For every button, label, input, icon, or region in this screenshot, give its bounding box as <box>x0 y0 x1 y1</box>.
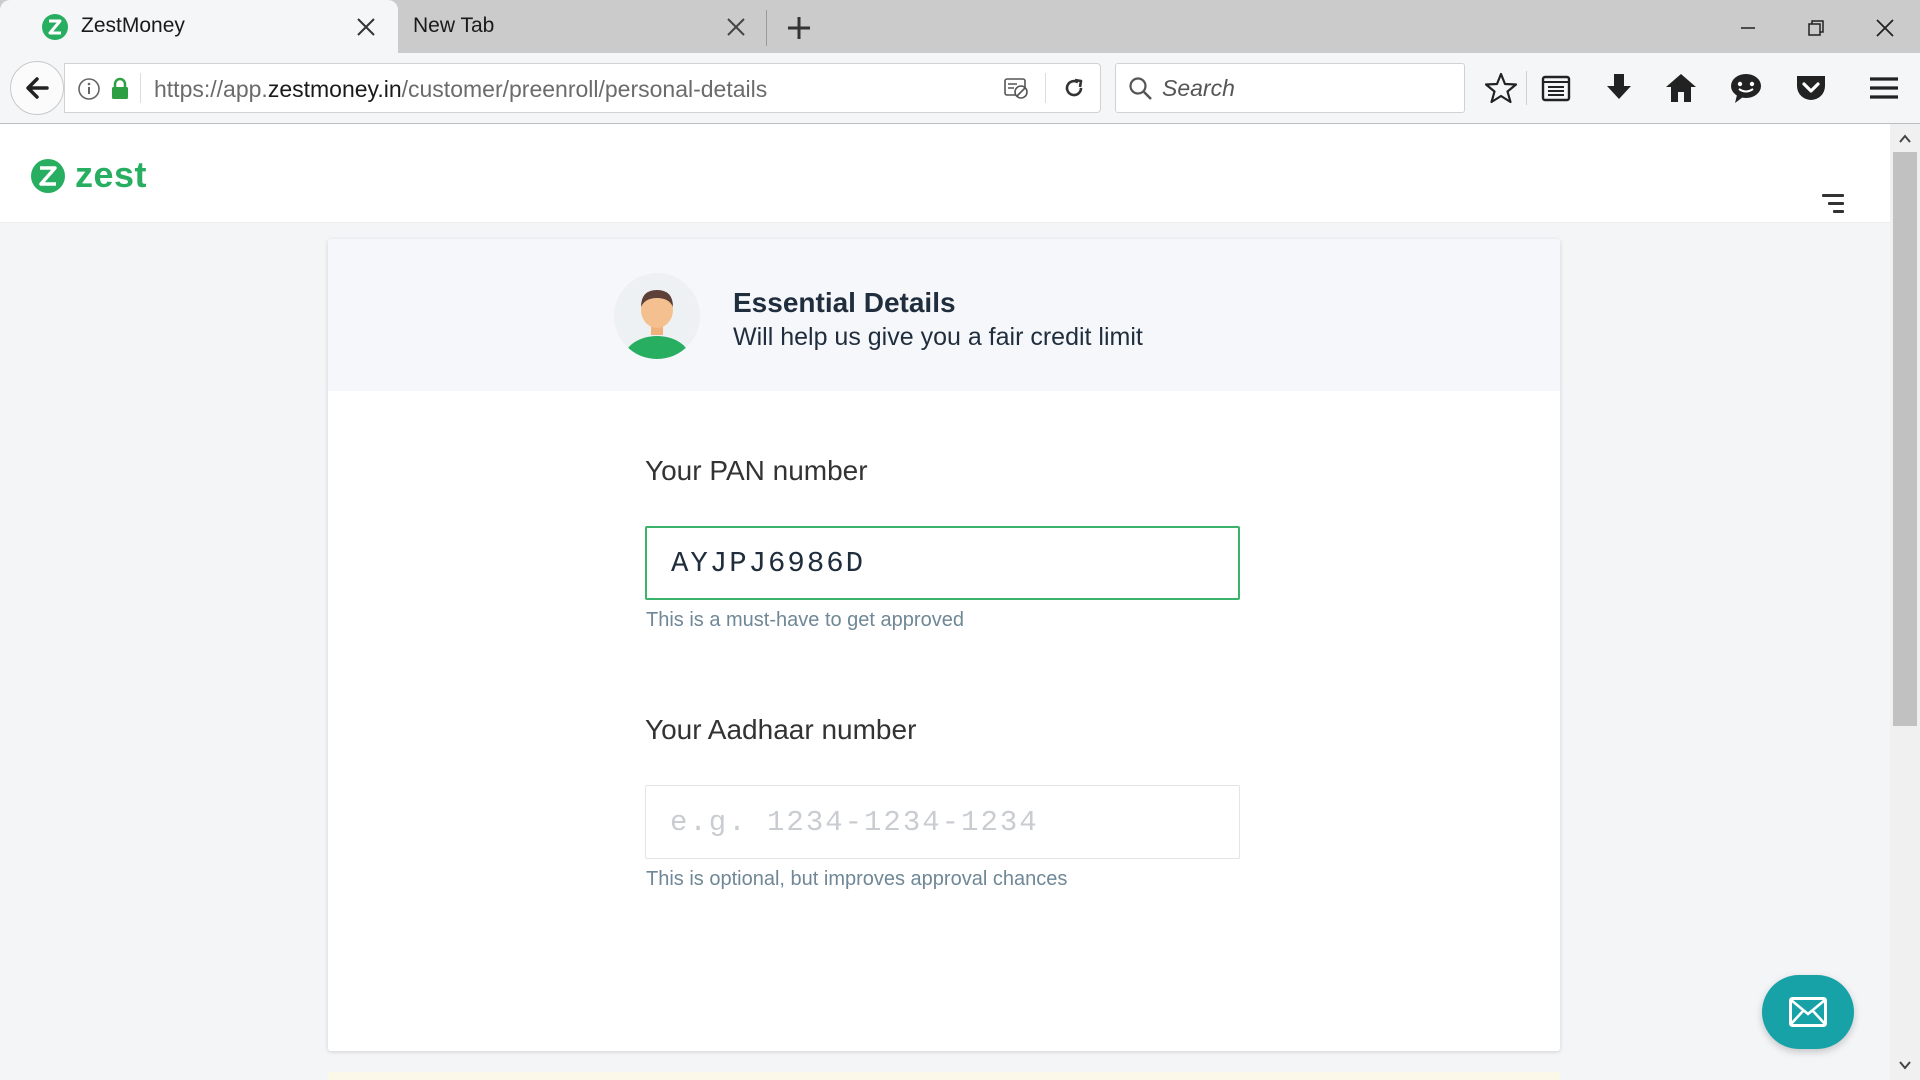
tab-zestmoney[interactable]: ZestMoney <box>0 0 398 53</box>
essential-details-card: Essential Details Will help us give you … <box>328 239 1560 1051</box>
search-input[interactable] <box>1160 70 1454 106</box>
pan-input[interactable] <box>645 526 1240 600</box>
page-scrollbar[interactable] <box>1890 124 1920 1080</box>
aadhaar-hint: This is optional, but improves approval … <box>646 868 1068 890</box>
hamburger-menu-icon[interactable] <box>1822 194 1844 214</box>
contact-mail-button[interactable] <box>1762 975 1854 1049</box>
url-prefix: https://app. <box>154 76 268 102</box>
new-tab-plus-icon[interactable] <box>784 13 814 43</box>
url-divider <box>1045 73 1046 103</box>
url-path: /customer/preenroll/personal-details <box>401 76 768 102</box>
restore-window-icon[interactable] <box>1800 12 1832 44</box>
tab-strip: ZestMoney New Tab <box>0 0 1920 53</box>
address-bar[interactable]: https://app.zestmoney.in/customer/preenr… <box>64 63 1101 113</box>
card-subtitle: Will help us give you a fair credit limi… <box>733 323 1143 351</box>
home-icon[interactable] <box>1664 71 1698 105</box>
search-icon <box>1129 77 1152 100</box>
url-domain: zestmoney.in <box>267 76 402 102</box>
close-tab-icon[interactable] <box>354 15 378 39</box>
minimize-window-icon[interactable] <box>1732 12 1764 44</box>
arrow-left-icon <box>26 77 49 99</box>
url-divider <box>140 73 141 103</box>
lock-icon[interactable] <box>109 77 131 101</box>
tab-new-tab[interactable]: New Tab <box>398 0 758 53</box>
pan-label: Your PAN number <box>645 455 868 486</box>
reader-view-icon[interactable] <box>1003 75 1029 101</box>
scroll-down-icon[interactable] <box>1898 1058 1912 1072</box>
pan-hint: This is a must-have to get approved <box>646 609 964 631</box>
brand-name: zest <box>75 154 148 195</box>
chat-icon[interactable] <box>1729 71 1763 105</box>
star-icon[interactable] <box>1484 71 1518 105</box>
info-icon[interactable] <box>77 77 101 101</box>
back-button[interactable] <box>10 61 64 115</box>
site-header: zest <box>0 124 1890 223</box>
toolbar-divider <box>1526 71 1527 105</box>
close-window-icon[interactable] <box>1869 12 1901 44</box>
aadhaar-label: Your Aadhaar number <box>645 714 917 745</box>
aadhaar-input[interactable] <box>645 785 1240 859</box>
reading-list-icon[interactable] <box>1539 71 1573 105</box>
tab-title: ZestMoney <box>81 14 185 37</box>
zest-logo-icon <box>31 159 65 193</box>
navigation-toolbar: https://app.zestmoney.in/customer/preenr… <box>0 53 1920 124</box>
tab-divider <box>766 10 767 46</box>
notice-strip <box>328 1072 1560 1080</box>
user-avatar-icon <box>614 273 700 359</box>
scroll-up-icon[interactable] <box>1898 132 1912 146</box>
scrollbar-thumb[interactable] <box>1893 152 1917 726</box>
tab-title: New Tab <box>413 14 495 37</box>
search-bar[interactable] <box>1115 63 1465 113</box>
page-viewport: zest Essential Details Will help us give… <box>0 124 1890 1080</box>
url-text[interactable]: https://app.zestmoney.in/customer/preenr… <box>154 76 767 103</box>
download-icon[interactable] <box>1602 71 1636 105</box>
menu-icon[interactable] <box>1867 71 1901 105</box>
zestmoney-favicon-icon <box>42 14 68 40</box>
card-title: Essential Details <box>733 287 956 318</box>
close-tab-icon[interactable] <box>724 15 748 39</box>
reload-icon[interactable] <box>1061 75 1087 101</box>
pocket-icon[interactable] <box>1794 71 1828 105</box>
mail-icon <box>1789 997 1827 1027</box>
card-header: Essential Details Will help us give you … <box>328 239 1560 391</box>
